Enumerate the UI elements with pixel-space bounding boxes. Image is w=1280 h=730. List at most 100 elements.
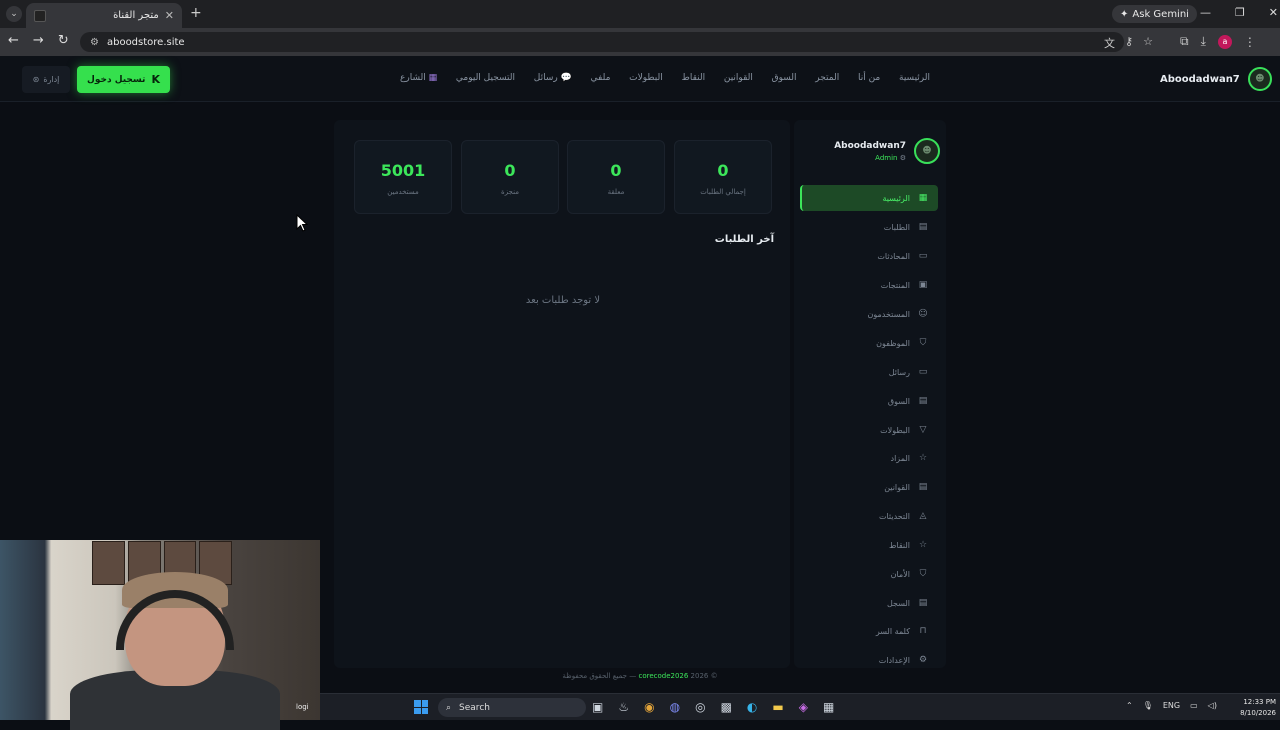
webcam-label: logi xyxy=(296,703,309,711)
discord-icon[interactable]: ◍ xyxy=(670,700,680,714)
gift-icon: ▣ xyxy=(918,280,928,290)
password-key-icon[interactable]: ⚷ xyxy=(1125,35,1133,51)
chrome-menu-icon[interactable]: ⋮ xyxy=(1244,35,1256,49)
close-window-icon[interactable]: ✕ xyxy=(1269,6,1278,19)
edge-icon[interactable]: ◐ xyxy=(747,700,757,714)
browser-tab[interactable]: متجر القناة ✕ xyxy=(26,3,182,28)
sidebar-item-products[interactable]: المنتجات ▣ xyxy=(800,272,938,298)
forward-arrow-icon[interactable]: → xyxy=(33,33,44,48)
extensions-puzzle-icon[interactable]: ⧉ xyxy=(1180,34,1189,49)
nav-link-profile[interactable]: ملفي xyxy=(591,73,611,83)
obs-icon[interactable]: ◎ xyxy=(695,700,705,714)
sidebar-item-label: النقاط xyxy=(889,540,910,550)
downloads-icon[interactable]: ⤓ xyxy=(1201,34,1206,49)
capcut-icon[interactable]: ▩ xyxy=(721,700,732,714)
sidebar-item-tournaments[interactable]: البطولات ▽ xyxy=(800,417,938,443)
minimize-icon[interactable]: — xyxy=(1200,6,1211,19)
shield-icon: ⛉ xyxy=(919,338,927,348)
star-icon: ☆ xyxy=(918,453,928,463)
sidebar-item-security[interactable]: الأمان ⛉ xyxy=(800,561,938,587)
message-icon: ▭ xyxy=(918,367,928,377)
nav-link-daily-checkin[interactable]: التسجيل اليومي xyxy=(456,73,515,83)
admin-button[interactable]: ⊛ إدارة xyxy=(22,66,70,93)
empty-orders-message: لا توجد طلبات بعد xyxy=(525,295,601,306)
translate-icon[interactable]: 文 xyxy=(1104,35,1115,51)
bell-icon: ◬ xyxy=(919,511,927,521)
nav-link-points[interactable]: النقاط xyxy=(682,73,706,83)
taskbar-clock[interactable]: 12:33 PM 8/10/2026 xyxy=(1234,697,1276,719)
tab-close-icon[interactable]: ✕ xyxy=(165,9,174,22)
ask-gemini-button[interactable]: ✦ Ask Gemini xyxy=(1112,5,1197,23)
street-icon: ▦ xyxy=(428,73,438,83)
stat-card-pending: 0 معلقة xyxy=(567,140,665,214)
nav-link-store[interactable]: المتجر xyxy=(815,73,839,83)
address-bar[interactable]: ⚙ aboodstore.site xyxy=(80,32,1124,52)
sidebar-item-label: المستخدمون xyxy=(867,309,911,319)
sidebar-item-label: الرئيسية xyxy=(882,193,910,203)
gemini-sparkle-icon: ✦ xyxy=(1120,8,1129,20)
calendar-icon[interactable]: ▦ xyxy=(823,700,834,714)
footer-brand-link[interactable]: corecode2026 xyxy=(638,672,688,680)
nav-link-street[interactable]: الشارع ▦ xyxy=(400,73,437,83)
nav-link-market[interactable]: السوق xyxy=(772,73,797,83)
task-view-icon[interactable]: ▣ xyxy=(592,700,603,714)
sidebar-item-chats[interactable]: المحادثات ▭ xyxy=(800,243,938,269)
sidebar-item-market[interactable]: السوق ▤ xyxy=(800,388,938,414)
site-info-icon[interactable]: ⚙ xyxy=(90,37,99,48)
bookmark-star-icon[interactable]: ☆ xyxy=(1143,35,1153,51)
sidebar-item-users[interactable]: المستخدمون ☺ xyxy=(800,301,938,327)
sidebar-item-label: القوانين xyxy=(884,482,910,492)
login-button[interactable]: تسجيل دخول K xyxy=(77,66,170,93)
restore-icon[interactable]: ❐ xyxy=(1235,6,1245,19)
microphone-icon[interactable]: 🎙 xyxy=(1143,701,1153,710)
mouse-cursor-icon xyxy=(296,213,309,236)
taskbar-search[interactable]: ⌕ Search xyxy=(438,698,586,717)
shield-icon: ⛉ xyxy=(919,569,927,579)
sidebar-item-orders[interactable]: الطلبات ▤ xyxy=(800,214,938,240)
profile-avatar[interactable]: a xyxy=(1217,34,1232,49)
steam-icon[interactable]: ♨ xyxy=(618,700,629,714)
network-icon[interactable]: ▭ xyxy=(1190,701,1198,710)
sidebar-item-staff[interactable]: الموظفون ⛉ xyxy=(800,330,938,356)
language-indicator[interactable]: ENG xyxy=(1163,701,1180,710)
sidebar-item-auction[interactable]: المزاد ☆ xyxy=(800,445,938,471)
sidebar-item-points[interactable]: النقاط ☆ xyxy=(800,532,938,558)
windows-start-icon[interactable] xyxy=(414,700,428,714)
sidebar-item-rules[interactable]: القوانين ▤ xyxy=(800,474,938,500)
nav-link-rules[interactable]: القوانين xyxy=(724,73,753,83)
stat-value: 0 xyxy=(610,161,622,180)
nav-messages-label: رسائل xyxy=(533,73,558,83)
footer-year: 2026 © xyxy=(688,672,718,680)
login-k-icon: K xyxy=(151,73,160,86)
nav-link-messages[interactable]: رسائل 💬 xyxy=(534,73,572,83)
new-tab-plus-icon[interactable]: + xyxy=(190,5,202,21)
sidebar-item-log[interactable]: السجل ▤ xyxy=(800,590,938,616)
login-label: تسجيل دخول xyxy=(87,74,146,85)
sidebar-item-home[interactable]: الرئيسية ▦ xyxy=(800,185,938,211)
site-brand[interactable]: Aboodadwan7 ☻ xyxy=(1160,67,1272,91)
admin-settings-icon: ⊛ xyxy=(32,75,40,84)
stat-label: مستخدمين xyxy=(387,188,419,196)
lock-icon: ⊓ xyxy=(919,626,927,636)
sidebar-item-label: الإعدادات xyxy=(878,655,910,665)
back-arrow-icon[interactable]: ← xyxy=(8,33,19,48)
nav-link-tournaments[interactable]: البطولات xyxy=(629,73,663,83)
sidebar-item-settings[interactable]: الإعدادات ⚙ xyxy=(800,647,938,673)
market-icon: ▤ xyxy=(918,396,928,406)
reload-icon[interactable]: ↻ xyxy=(58,33,69,48)
tray-chevron-up-icon[interactable]: ⌃ xyxy=(1126,701,1133,710)
sidebar-item-updates[interactable]: التحديثات ◬ xyxy=(800,503,938,529)
file-explorer-icon[interactable]: ▬ xyxy=(772,700,783,714)
nav-link-about[interactable]: من أنا xyxy=(858,73,880,83)
chrome-icon[interactable]: ◉ xyxy=(644,700,654,714)
tab-search-menu-icon[interactable]: ⌄ xyxy=(6,6,22,22)
sidebar-item-password[interactable]: كلمة السر ⊓ xyxy=(800,618,938,644)
volume-icon[interactable]: ◁) xyxy=(1208,701,1217,710)
brand-name: Aboodadwan7 xyxy=(1160,73,1240,85)
app-icon[interactable]: ◈ xyxy=(799,700,808,714)
sidebar-item-messages[interactable]: رسائل ▭ xyxy=(800,359,938,385)
chat-bubble-icon: 💬 xyxy=(560,73,572,83)
nav-link-home[interactable]: الرئيسية xyxy=(899,73,930,83)
sidebar-item-label: الموظفون xyxy=(876,338,910,348)
address-bar-actions: 文 ⚷ ☆ xyxy=(1104,35,1153,51)
